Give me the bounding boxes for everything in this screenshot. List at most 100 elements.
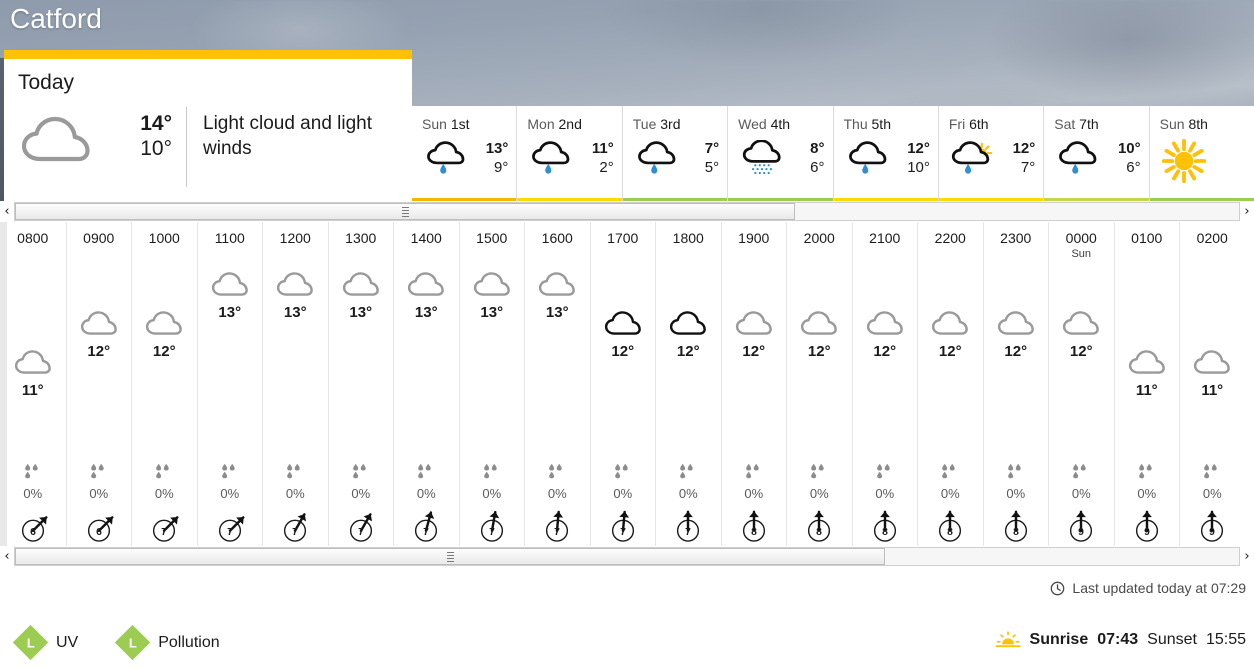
hourly-column-0900[interactable]: 0900 12° 0% 6 <box>65 222 132 546</box>
hour-temperature-graph: 12° <box>656 262 721 457</box>
hour-precipitation: 0% <box>394 457 459 502</box>
sun-cloud-rain-icon <box>951 141 993 174</box>
hour-precipitation-value: 0% <box>89 486 109 501</box>
hourly-scrollbar-thumb[interactable] <box>15 548 885 565</box>
hourly-column-1900[interactable]: 1900 12° 0% 8 <box>720 222 787 546</box>
hour-precipitation-value: 0% <box>416 486 436 501</box>
day-low: 7° <box>1020 159 1036 176</box>
day-high: 10° <box>1117 140 1141 157</box>
hour-precipitation-value: 0% <box>482 486 502 501</box>
scroll-right-arrow-bottom[interactable]: › <box>1240 546 1254 567</box>
today-card[interactable]: Today 14° 10° Light cloud and light wind… <box>4 50 412 205</box>
hourly-column-1200[interactable]: 1200 13° 0% 7 <box>262 222 328 546</box>
hour-precipitation-value: 0% <box>351 486 371 501</box>
svg-text:8: 8 <box>882 527 888 538</box>
day-tab-label: Mon 2nd <box>527 116 582 132</box>
day-tab-sat-7th[interactable]: Sat 7th 10° 6° <box>1043 106 1149 205</box>
raindrops-icon <box>678 463 698 483</box>
hourly-column-1600[interactable]: 1600 13° 0% 7 <box>524 222 590 546</box>
scroll-left-arrow-bottom[interactable]: ‹ <box>0 546 14 567</box>
cloud-icon <box>1128 350 1165 374</box>
hourly-column-1800[interactable]: 1800 12° 0% 7 <box>655 222 721 546</box>
day-tab-temperatures: 12° 10° <box>896 139 930 177</box>
hour-wind: 8 <box>787 502 852 546</box>
hour-precipitation: 0% <box>1049 457 1114 502</box>
hour-wind: 7 <box>460 502 525 546</box>
hourly-column-1300[interactable]: 1300 13° 0% 7 <box>327 222 394 546</box>
hour-day-label <box>918 247 983 262</box>
hourly-column-2200[interactable]: 2200 12° 0% 8 <box>917 222 983 546</box>
hourly-column-0100[interactable]: 0100 11° 0% 9 <box>1113 222 1180 546</box>
hour-time: 1500 <box>476 230 508 246</box>
hour-precipitation-value: 0% <box>547 486 567 501</box>
hourly-column-1100[interactable]: 1100 13° 0% 7 <box>196 222 263 546</box>
day-tab-thu-5th[interactable]: Thu 5th 12° 10° <box>832 106 938 205</box>
day-scrollbar-track[interactable] <box>14 202 1240 221</box>
hour-temperature: 13° <box>349 304 373 321</box>
wind-direction-icon: 7 <box>153 516 179 542</box>
hourly-column-0200[interactable]: 0200 11° 0% 9 <box>1179 222 1245 546</box>
hour-temperature: 13° <box>414 304 438 321</box>
hourly-column-1000[interactable]: 1000 12° 0% 7 <box>131 222 197 546</box>
sun-icon <box>1161 139 1206 183</box>
cloud-icon <box>853 309 918 339</box>
day-tab-label: Sun 8th <box>1159 116 1208 132</box>
hour-precipitation-value: 0% <box>875 486 895 501</box>
cloud-drizzle-icon <box>734 140 790 176</box>
day-tab-fri-6th[interactable]: Fri 6th 12° 7° <box>937 106 1044 205</box>
day-low: 9° <box>494 159 509 176</box>
sunset-label: Sunset <box>1147 631 1197 648</box>
cloud-icon <box>801 311 838 335</box>
hourly-column-2100[interactable]: 2100 12° 0% 8 <box>851 222 918 546</box>
cloud-icon <box>591 309 656 339</box>
hour-day-label <box>0 247 66 262</box>
hourly-column-1500[interactable]: 1500 13° 0% 7 <box>458 222 525 546</box>
scroll-left-arrow-top[interactable]: ‹ <box>0 201 14 222</box>
sunrise-icon <box>995 631 1020 648</box>
cloud-icon <box>735 311 772 335</box>
hourly-scrollbar-track[interactable] <box>14 547 1240 566</box>
hourly-column-1700[interactable]: 1700 12° 0% 7 <box>589 222 656 546</box>
hour-temperature-graph: 13° <box>394 262 459 457</box>
day-tab-summary: 8° 6° <box>728 133 832 177</box>
hour-temperature: 12° <box>1069 343 1093 360</box>
badge-value: L <box>128 634 137 650</box>
hour-precipitation: 0% <box>132 457 197 502</box>
hourly-scrollbar[interactable]: ‹ › <box>0 546 1254 567</box>
hourly-column-0000[interactable]: 0000 Sun 12° 0% 9 <box>1048 222 1114 546</box>
day-tab-label: Tue 3rd <box>632 116 681 132</box>
day-tab-temperatures: 11° 2° <box>579 139 614 177</box>
day-scrollbar-thumb[interactable] <box>15 203 795 220</box>
day-tab-sun-1st[interactable]: Sun 1st 13° 9° <box>412 106 517 205</box>
hour-temperature-graph: 12° <box>722 262 787 457</box>
cloud-rain-icon <box>629 141 685 175</box>
cloud-icon <box>539 272 576 296</box>
day-tab-tue-3rd[interactable]: Tue 3rd 7° 5° <box>621 106 728 205</box>
wind-direction-icon: 7 <box>415 511 438 542</box>
day-tab-sun-8th[interactable]: Sun 8th <box>1148 106 1254 205</box>
today-description: Light cloud and light winds <box>203 113 373 159</box>
scroll-right-arrow-top[interactable]: › <box>1240 201 1254 222</box>
hour-day-label <box>984 247 1049 262</box>
raindrops-icon <box>483 463 497 479</box>
badge-uv[interactable]: L UV <box>12 624 78 661</box>
hour-temperature-graph: 12° <box>787 262 852 457</box>
svg-text:8: 8 <box>751 527 757 538</box>
day-scrollbar[interactable]: ‹ › <box>0 201 1254 222</box>
hourly-forecast-grid: 0800 11° 0% 6 0900 12° 0% 6 1000 12° 0% 7 1100 13… <box>0 222 1254 546</box>
hour-day-label <box>394 247 459 262</box>
day-tab-label: Wed 4th <box>738 116 791 132</box>
hour-temperature-graph: 12° <box>67 262 132 457</box>
hourly-column-2000[interactable]: 2000 12° 0% 8 <box>786 222 852 546</box>
hourly-column-0800[interactable]: 0800 11° 0% 6 <box>0 222 66 546</box>
day-tab-mon-2nd[interactable]: Mon 2nd 11° 2° <box>516 106 622 205</box>
hourly-column-1400[interactable]: 1400 13° 0% 7 <box>393 222 459 546</box>
badge-pollution[interactable]: L Pollution <box>115 624 220 661</box>
cloud-rain-icon <box>1059 141 1097 174</box>
hour-precipitation: 0% <box>329 457 394 502</box>
day-tab-wed-4th[interactable]: Wed 4th 8° 6° <box>727 106 833 205</box>
hour-wind: 9 <box>1049 502 1114 546</box>
hourly-column-2300[interactable]: 2300 12° 0% 8 <box>982 222 1049 546</box>
raindrops-icon <box>876 463 890 479</box>
day-high: 12° <box>907 140 930 157</box>
